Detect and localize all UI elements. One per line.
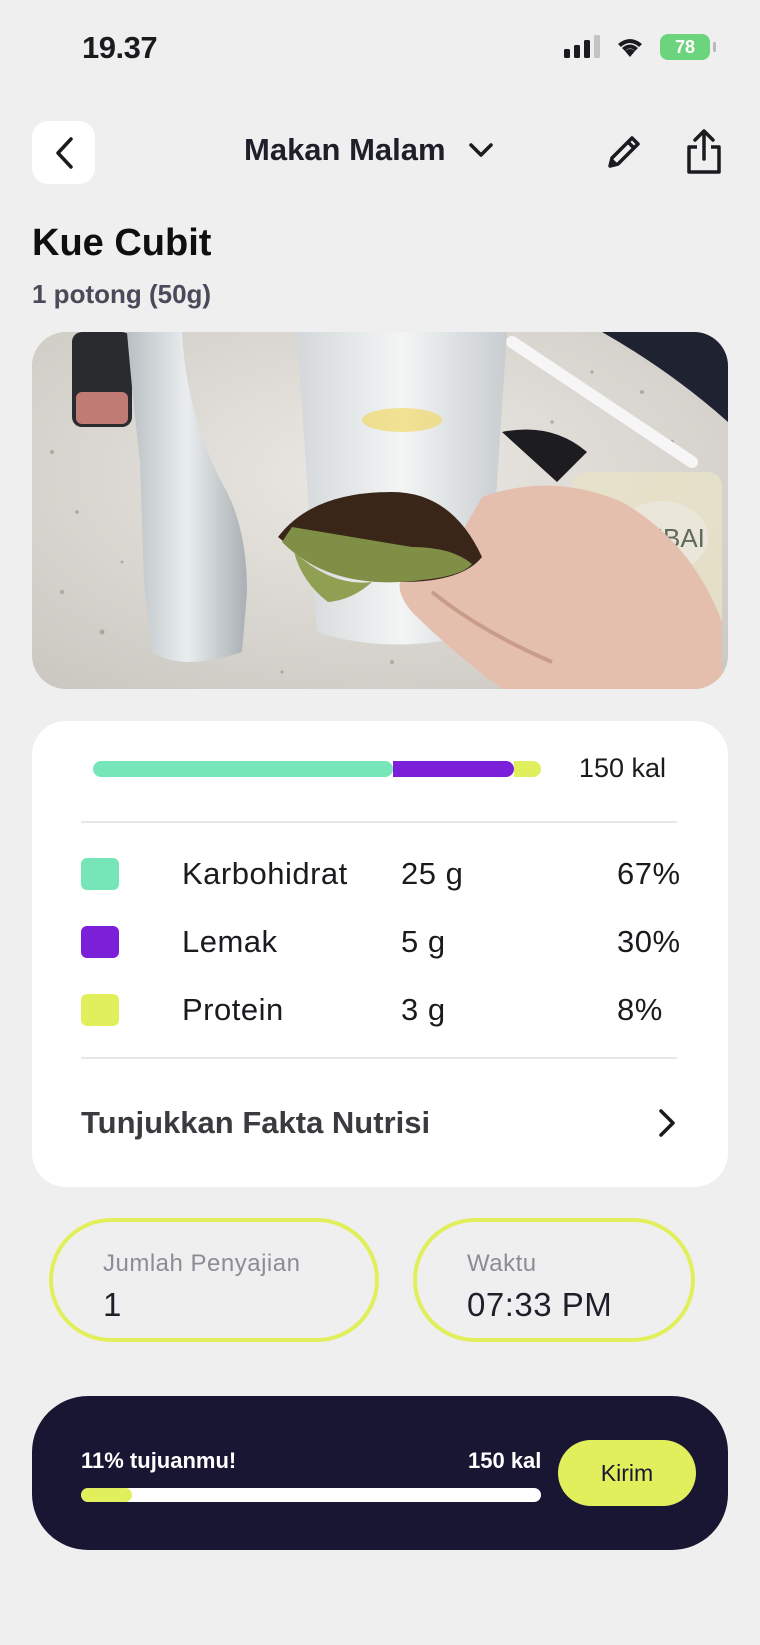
meal-selector[interactable]: Makan Malam: [244, 132, 494, 168]
macro-percent: 8%: [617, 992, 663, 1027]
macro-grams: 25 g: [401, 856, 464, 891]
macro-name: Protein: [182, 992, 284, 1027]
meal-title: Makan Malam: [244, 132, 446, 167]
cellular-signal-icon: [564, 35, 600, 58]
food-photo: OUBAI: [32, 332, 728, 689]
macro-bar-segment-karbohidrat: [93, 761, 394, 777]
chevron-down-icon: [468, 143, 493, 157]
chevron-right-icon: [659, 1109, 675, 1137]
goal-percent-text: 11% tujuanmu!: [81, 1448, 237, 1473]
edit-button[interactable]: [600, 128, 648, 176]
time-value: 07:33 PM: [467, 1286, 613, 1323]
status-icons: 78: [564, 34, 716, 60]
nutrition-facts-label: Tunjukkan Fakta Nutrisi: [81, 1105, 431, 1140]
goal-progress-fill: [81, 1488, 132, 1502]
battery-level: 78: [674, 36, 696, 57]
macro-distribution-bar: [93, 761, 541, 777]
goal-summary-bar: 11% tujuanmu! 150 kal Kirim: [32, 1396, 728, 1550]
divider: [81, 1057, 677, 1059]
food-portion: 1 potong (50g): [32, 279, 212, 309]
serving-size-value: 1: [103, 1286, 122, 1323]
protein-swatch: [81, 994, 119, 1026]
macro-name: Lemak: [182, 924, 278, 959]
chevron-left-icon: [55, 136, 73, 169]
fat-swatch: [81, 926, 119, 958]
nutrition-facts-link[interactable]: Tunjukkan Fakta Nutrisi: [81, 1101, 677, 1145]
nutrition-card: 150 kal Karbohidrat 25 g 67% Lemak 5 g 3…: [32, 721, 728, 1187]
food-name: Kue Cubit: [32, 222, 212, 264]
share-icon: [687, 129, 721, 174]
serving-size-field[interactable]: Jumlah Penyajian 1: [49, 1218, 379, 1342]
total-calories: 150 kal: [578, 753, 666, 783]
macro-bar-segment-lemak: [393, 761, 515, 777]
divider: [81, 821, 677, 823]
time-field[interactable]: Waktu 07:33 PM: [413, 1218, 695, 1342]
pencil-icon: [608, 136, 640, 168]
macro-percent: 30%: [617, 924, 681, 959]
macro-name: Karbohidrat: [182, 856, 348, 891]
macro-row-lemak: Lemak 5 g 30%: [81, 924, 680, 964]
macro-row-protein: Protein 3 g 8%: [81, 992, 677, 1032]
share-button[interactable]: [680, 126, 728, 178]
battery-icon: 78: [660, 34, 716, 60]
macro-grams: 5 g: [401, 924, 446, 959]
status-time: 19.37: [82, 30, 158, 65]
goal-progress-track: [81, 1488, 541, 1502]
food-photo-illustration: OUBAI: [32, 332, 728, 689]
serving-size-label: Jumlah Penyajian: [103, 1250, 301, 1277]
back-button[interactable]: [32, 121, 95, 184]
macro-grams: 3 g: [401, 992, 446, 1027]
macro-row-karbohidrat: Karbohidrat 25 g 67%: [81, 856, 680, 896]
wifi-icon: [618, 39, 642, 57]
goal-calories: 150 kal: [468, 1448, 542, 1473]
macro-bar-segment-protein: [514, 761, 541, 777]
macro-percent: 67%: [617, 856, 681, 891]
send-button[interactable]: Kirim: [558, 1440, 696, 1506]
time-label: Waktu: [467, 1250, 537, 1277]
carb-swatch: [81, 858, 119, 890]
